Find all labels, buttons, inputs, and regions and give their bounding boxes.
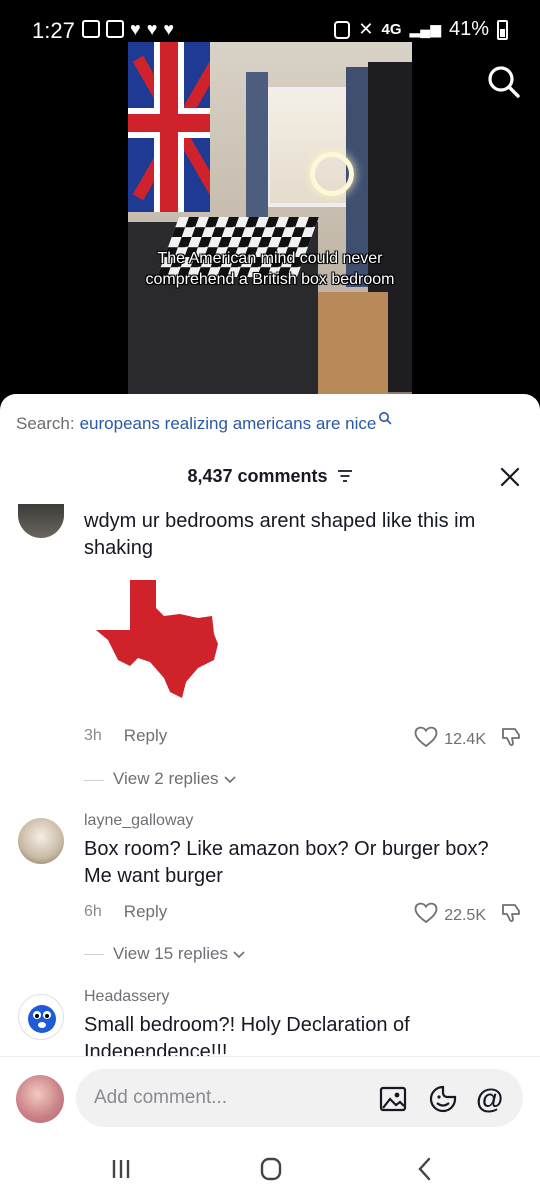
signal-icon: ▂▄▆ [409, 21, 441, 37]
dislike-icon[interactable] [500, 726, 522, 753]
avatar[interactable] [18, 818, 64, 864]
gallery-notification-icon [106, 20, 124, 38]
battery-percent: 41% [448, 18, 489, 40]
search-icon[interactable] [486, 64, 522, 100]
reply-button[interactable]: Reply [124, 726, 167, 746]
notification-icons: ♥ ♥ ♥ [82, 20, 174, 38]
heart-icon[interactable] [414, 902, 438, 929]
emoji-icon[interactable] [428, 1084, 458, 1114]
comments-header: 8,437 comments [0, 466, 540, 488]
heart-icon[interactable] [414, 726, 438, 753]
chevron-down-icon [223, 769, 236, 789]
avatar[interactable] [18, 504, 64, 538]
video-preview[interactable]: The American mind could never comprehend… [128, 42, 412, 394]
system-navigation-bar [0, 1136, 540, 1199]
youtube-notification-icon [82, 20, 100, 38]
back-icon[interactable] [410, 1154, 440, 1184]
comment-text: wdym ur bedrooms arent shaped like this … [84, 510, 476, 559]
comment-text: Box room? Like amazon box? Or burger box… [84, 838, 489, 887]
my-avatar[interactable] [16, 1075, 64, 1123]
comment-username[interactable]: layne_galloway [84, 812, 193, 830]
texas-sticker [94, 578, 222, 702]
search-icon [378, 410, 392, 430]
search-label: Search: [16, 414, 75, 433]
likes-group: 12.4K [414, 726, 522, 753]
status-time: 1:27 [32, 18, 75, 43]
mute-icon: ✕ [358, 19, 374, 39]
heart-notification-icon: ♥ [146, 19, 158, 39]
comment-meta: 3h Reply [84, 726, 167, 746]
system-icons: ✕ 4G ▂▄▆ 41% [334, 18, 508, 41]
comment-input-bar: @ [0, 1056, 540, 1136]
image-icon[interactable] [378, 1084, 408, 1114]
close-icon[interactable] [498, 465, 522, 489]
comment-time: 3h [84, 727, 102, 744]
dislike-icon[interactable] [500, 902, 522, 929]
home-icon[interactable] [256, 1154, 286, 1184]
ring-light [310, 152, 354, 196]
heart-notification-icon: ♥ [163, 19, 175, 39]
like-count: 22.5K [444, 906, 486, 924]
alarm-icon [334, 20, 351, 39]
comment-meta: 6h Reply [84, 902, 167, 922]
network-label: 4G [381, 21, 402, 38]
reply-button[interactable]: Reply [124, 902, 167, 922]
comment-input[interactable] [94, 1083, 364, 1113]
search-term[interactable]: europeans realizing americans are nice [80, 414, 377, 434]
like-count: 12.4K [444, 730, 486, 748]
divider [84, 780, 104, 781]
comment-time: 6h [84, 903, 102, 920]
view-replies-button[interactable]: View 2 replies [113, 769, 236, 789]
filter-icon[interactable] [337, 467, 353, 488]
comments-count: 8,437 comments [187, 466, 328, 486]
chevron-down-icon [233, 944, 245, 964]
heart-notification-icon: ♥ [130, 19, 141, 39]
comment-input-container[interactable]: @ [76, 1069, 523, 1127]
view-replies-label: View 15 replies [113, 944, 228, 963]
recent-apps-icon[interactable] [106, 1154, 136, 1184]
avatar[interactable] [18, 994, 64, 1040]
divider [84, 954, 104, 955]
comment-username[interactable]: Headassery [84, 988, 169, 1006]
union-jack-flag [128, 42, 210, 212]
mention-icon[interactable]: @ [476, 1084, 506, 1114]
battery-icon [497, 19, 508, 40]
search-suggestion[interactable]: Search: europeans realizing americans ar… [16, 412, 392, 434]
likes-group: 22.5K [414, 902, 522, 929]
view-replies-label: View 2 replies [113, 769, 219, 788]
view-replies-button[interactable]: View 15 replies [113, 944, 245, 964]
video-caption: The American mind could never comprehend… [145, 250, 395, 288]
